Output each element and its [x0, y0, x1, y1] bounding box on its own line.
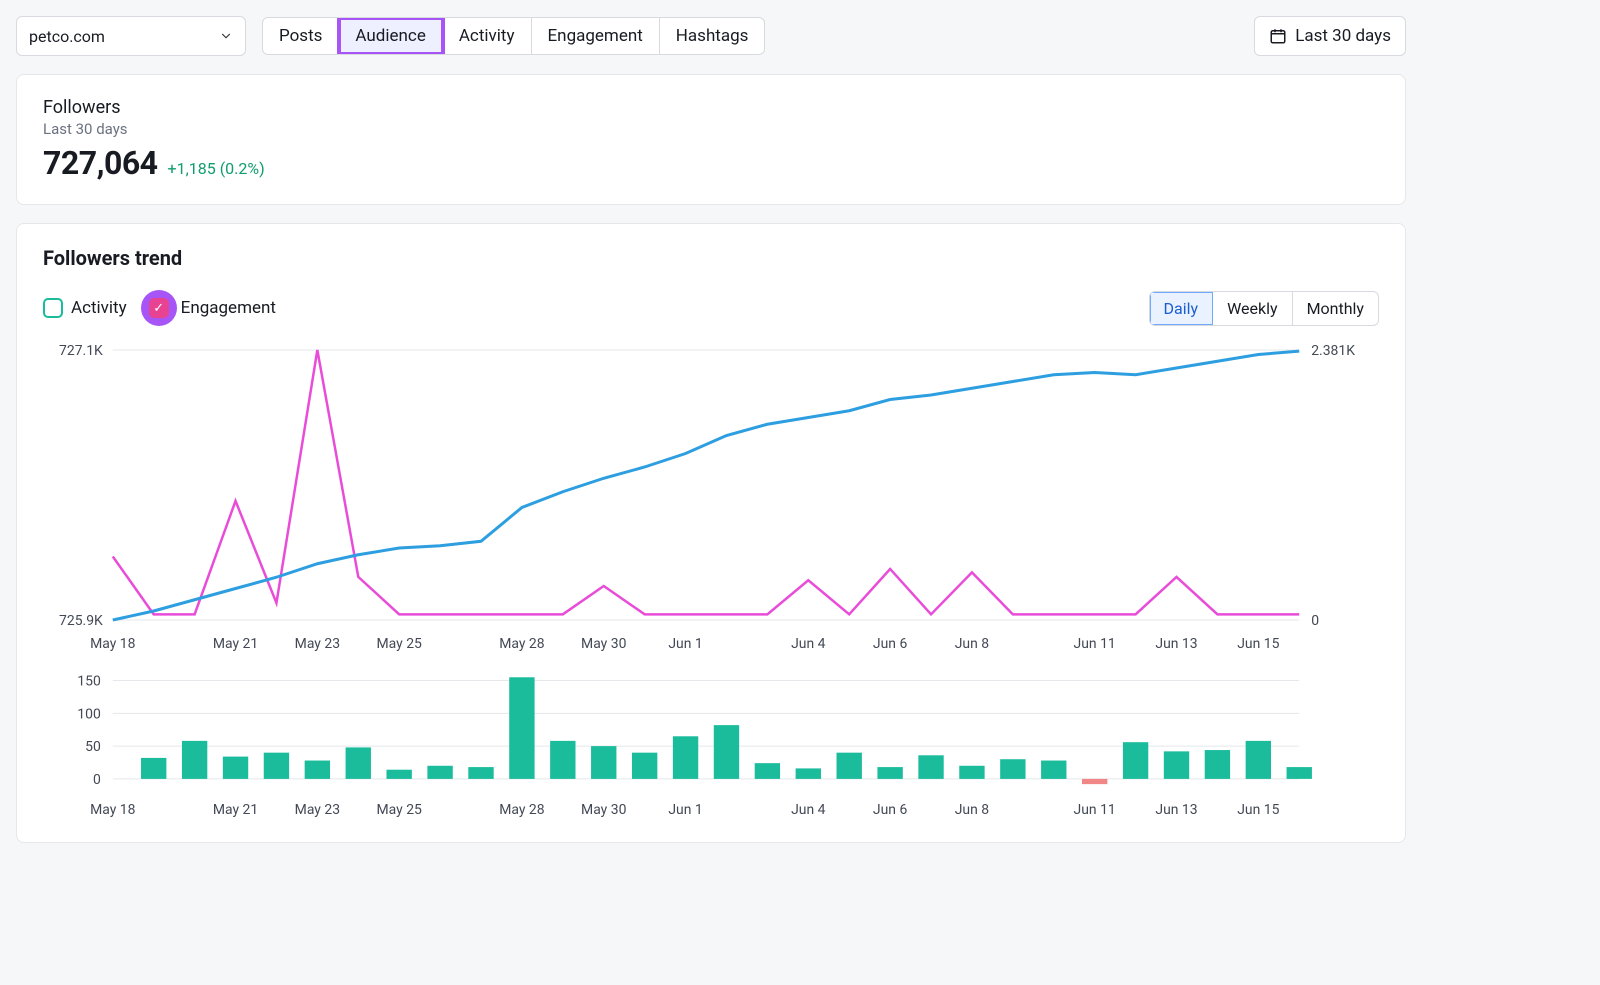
- line-chart: 727.1K 725.9K 2.381K 0 May 18 May 21 May 23 May…: [43, 340, 1379, 660]
- toggle-engagement[interactable]: ✓ Engagement: [141, 290, 276, 326]
- followers-trend-card: Followers trend Activity ✓ Engagement Da…: [16, 223, 1406, 843]
- toggle-engagement-label: Engagement: [181, 298, 276, 318]
- checkbox-icon: [43, 298, 63, 318]
- checkbox-checked-icon: ✓: [149, 298, 169, 318]
- svg-text:Jun 6: Jun 6: [873, 636, 908, 652]
- svg-text:Jun 6: Jun 6: [873, 802, 908, 818]
- svg-text:Jun 4: Jun 4: [791, 802, 826, 818]
- gran-monthly[interactable]: Monthly: [1293, 292, 1378, 325]
- date-range-select[interactable]: Last 30 days: [1254, 16, 1406, 56]
- svg-text:May 28: May 28: [499, 802, 545, 818]
- svg-text:May 18: May 18: [90, 636, 136, 652]
- svg-text:150: 150: [77, 674, 101, 690]
- svg-text:May 25: May 25: [376, 636, 422, 652]
- date-range-label: Last 30 days: [1295, 26, 1391, 46]
- svg-text:Jun 1: Jun 1: [668, 802, 702, 818]
- granularity-tabs: Daily Weekly Monthly: [1149, 291, 1380, 326]
- svg-text:50: 50: [85, 739, 101, 755]
- tab-activity[interactable]: Activity: [443, 18, 532, 54]
- top-toolbar: petco.com Posts Audience Activity Engage…: [16, 16, 1406, 56]
- svg-text:Jun 13: Jun 13: [1155, 636, 1197, 652]
- svg-text:Jun 1: Jun 1: [668, 636, 702, 652]
- svg-text:Jun 13: Jun 13: [1155, 802, 1197, 818]
- stat-sublabel: Last 30 days: [43, 120, 1379, 138]
- stat-delta: +1,185 (0.2%): [168, 159, 265, 178]
- gran-weekly[interactable]: Weekly: [1213, 292, 1293, 325]
- svg-text:725.9K: 725.9K: [59, 613, 103, 629]
- tab-posts[interactable]: Posts: [263, 18, 339, 54]
- svg-text:May 30: May 30: [581, 802, 627, 818]
- svg-text:Jun 11: Jun 11: [1074, 636, 1116, 652]
- svg-text:0: 0: [93, 772, 101, 788]
- trend-title: Followers trend: [43, 246, 1379, 270]
- svg-text:Jun 4: Jun 4: [791, 636, 826, 652]
- toggle-activity-label: Activity: [71, 298, 127, 318]
- svg-text:May 23: May 23: [295, 636, 340, 652]
- svg-text:Jun 15: Jun 15: [1237, 802, 1279, 818]
- svg-text:May 23: May 23: [295, 802, 340, 818]
- legend-toggles: Activity ✓ Engagement: [43, 290, 276, 326]
- svg-text:May 21: May 21: [213, 636, 258, 652]
- svg-text:100: 100: [77, 706, 101, 722]
- stat-label: Followers: [43, 97, 1379, 118]
- svg-text:Jun 8: Jun 8: [955, 802, 990, 818]
- svg-text:May 18: May 18: [90, 802, 136, 818]
- svg-text:May 25: May 25: [376, 802, 422, 818]
- svg-text:Jun 15: Jun 15: [1237, 636, 1279, 652]
- tab-audience[interactable]: Audience: [339, 18, 442, 54]
- main-tabs: Posts Audience Activity Engagement Hasht…: [262, 17, 765, 55]
- chevron-down-icon: [219, 29, 233, 43]
- calendar-icon: [1269, 27, 1287, 45]
- domain-select-value: petco.com: [29, 27, 105, 46]
- highlight-ring-icon: ✓: [141, 290, 177, 326]
- stat-value: 727,064: [43, 144, 158, 182]
- svg-text:May 21: May 21: [213, 802, 258, 818]
- svg-text:May 28: May 28: [499, 636, 545, 652]
- gran-daily[interactable]: Daily: [1150, 292, 1214, 325]
- svg-text:Jun 8: Jun 8: [955, 636, 990, 652]
- svg-text:2.381K: 2.381K: [1311, 343, 1355, 359]
- bar-chart: 0 50 100 150 May 18 May 21 May 23 May 25 May 28 M…: [43, 670, 1379, 820]
- tab-engagement[interactable]: Engagement: [532, 18, 660, 54]
- svg-text:Jun 11: Jun 11: [1074, 802, 1116, 818]
- svg-text:0: 0: [1311, 613, 1319, 629]
- tab-hashtags[interactable]: Hashtags: [660, 18, 765, 54]
- followers-stat-card: Followers Last 30 days 727,064 +1,185 (0…: [16, 74, 1406, 205]
- domain-select[interactable]: petco.com: [16, 16, 246, 56]
- svg-text:May 30: May 30: [581, 636, 627, 652]
- svg-text:727.1K: 727.1K: [59, 343, 103, 359]
- toggle-activity[interactable]: Activity: [43, 298, 127, 318]
